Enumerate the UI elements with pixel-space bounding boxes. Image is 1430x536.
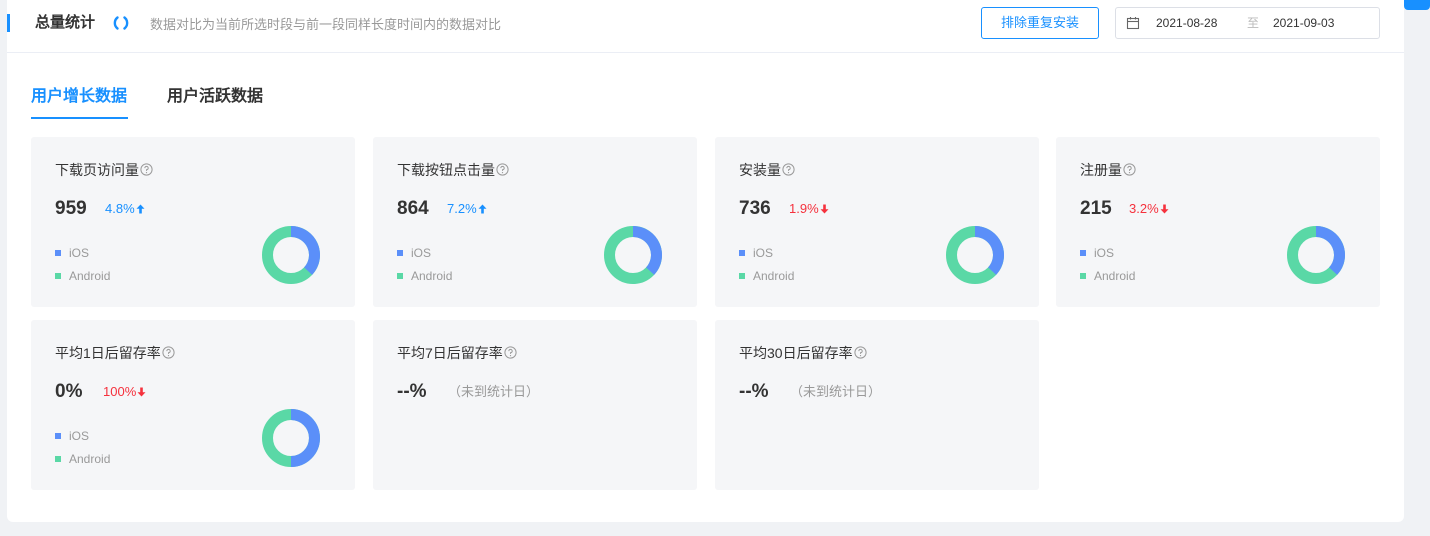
stats-panel: 总量统计 数据对比为当前所选时段与前一段同样长度时间内的数据对比 排除重复安装 …: [7, 0, 1404, 522]
metric-card-day1-retention: 平均1日后留存率 0% 100% iOS Android: [31, 320, 355, 490]
legend-android: Android: [397, 269, 452, 283]
pending-note: （未到统计日）: [790, 384, 882, 399]
donut-slice-ios: [1315, 226, 1345, 275]
metric-card-download-button-clicks: 下载按钮点击量 864 7.2% iOS Android: [373, 137, 697, 307]
change-indicator: 1.9%: [789, 201, 829, 217]
change-indicator: 100%: [103, 384, 146, 400]
donut-slice-ios: [290, 409, 320, 467]
page-title: 总量统计: [35, 14, 96, 31]
panel-header: 总量统计 数据对比为当前所选时段与前一段同样长度时间内的数据对比 排除重复安装 …: [7, 0, 1404, 53]
donut-slice-ios: [632, 226, 662, 275]
metric-value: --%: [739, 381, 769, 402]
card-title: 平均1日后留存率: [55, 344, 175, 362]
donut-slice-ios: [974, 226, 1004, 275]
legend-dot-android: [397, 273, 403, 279]
arrow-down-icon: [820, 204, 829, 214]
legend-dot-ios: [397, 250, 403, 256]
platform-donut-chart: [262, 226, 320, 284]
date-range-picker[interactable]: 2021-08-28 至 2021-09-03: [1115, 7, 1380, 39]
change-indicator: 7.2%: [447, 201, 487, 217]
comparison-note: 数据对比为当前所选时段与前一段同样长度时间内的数据对比: [150, 17, 502, 32]
platform-donut-chart: [262, 409, 320, 467]
card-title: 下载页访问量: [55, 161, 153, 179]
metric-value: 0%: [55, 381, 83, 402]
calendar-icon: [1126, 17, 1140, 30]
legend-dot-android: [55, 273, 61, 279]
legend-ios: iOS: [739, 246, 773, 260]
legend-android: Android: [55, 269, 110, 283]
metric-card-day7-retention: 平均7日后留存率 --% （未到统计日）: [373, 320, 697, 490]
help-icon[interactable]: [496, 163, 509, 176]
platform-donut-chart: [1287, 226, 1345, 284]
title-accent-bar: [7, 14, 10, 32]
help-icon[interactable]: [1123, 163, 1136, 176]
change-indicator: 4.8%: [105, 201, 145, 217]
legend-ios: iOS: [55, 429, 89, 443]
legend-dot-android: [55, 456, 61, 462]
arrow-up-icon: [478, 204, 487, 214]
metric-card-installs: 安装量 736 1.9% iOS Android: [715, 137, 1039, 307]
exclude-duplicate-installs-button[interactable]: 排除重复安装: [981, 7, 1099, 39]
arrow-down-icon: [137, 387, 146, 397]
legend-dot-ios: [1080, 250, 1086, 256]
date-separator: 至: [1247, 16, 1260, 30]
legend-android: Android: [55, 452, 110, 466]
help-icon[interactable]: [504, 346, 517, 359]
side-floating-tab[interactable]: [1404, 0, 1430, 10]
tab-user-growth[interactable]: 用户增长数据: [31, 86, 127, 108]
metric-value: 215: [1080, 198, 1112, 219]
card-title: 安装量: [739, 161, 795, 179]
metric-card-day30-retention: 平均30日后留存率 --% （未到统计日）: [715, 320, 1039, 490]
date-end-input[interactable]: 2021-09-03: [1273, 16, 1334, 30]
change-indicator: 3.2%: [1129, 201, 1169, 217]
platform-donut-chart: [604, 226, 662, 284]
card-title: 平均30日后留存率: [739, 344, 867, 362]
card-title: 平均7日后留存率: [397, 344, 517, 362]
help-icon[interactable]: [140, 163, 153, 176]
donut-slice-ios: [290, 226, 320, 275]
metric-value: 959: [55, 198, 87, 219]
pending-note: （未到统计日）: [448, 384, 540, 399]
legend-dot-ios: [55, 250, 61, 256]
legend-dot-android: [1080, 273, 1086, 279]
metric-value: --%: [397, 381, 427, 402]
card-title: 下载按钮点击量: [397, 161, 509, 179]
metric-card-download-page-visits: 下载页访问量 959 4.8% iOS Android: [31, 137, 355, 307]
tab-user-activity[interactable]: 用户活跃数据: [167, 86, 263, 108]
date-start-input[interactable]: 2021-08-28: [1156, 16, 1217, 30]
metric-value: 736: [739, 198, 771, 219]
legend-ios: iOS: [55, 246, 89, 260]
legend-dot-ios: [739, 250, 745, 256]
platform-donut-chart: [946, 226, 1004, 284]
legend-android: Android: [1080, 269, 1135, 283]
legend-ios: iOS: [1080, 246, 1114, 260]
refresh-icon[interactable]: [111, 13, 131, 33]
help-icon[interactable]: [782, 163, 795, 176]
help-icon[interactable]: [162, 346, 175, 359]
legend-ios: iOS: [397, 246, 431, 260]
arrow-down-icon: [1160, 204, 1169, 214]
legend-android: Android: [739, 269, 794, 283]
metric-card-registrations: 注册量 215 3.2% iOS Android: [1056, 137, 1380, 307]
card-title: 注册量: [1080, 161, 1136, 179]
arrow-up-icon: [136, 204, 145, 214]
help-icon[interactable]: [853, 346, 867, 359]
metric-value: 864: [397, 198, 429, 219]
legend-dot-android: [739, 273, 745, 279]
legend-dot-ios: [55, 433, 61, 439]
active-tab-indicator: [31, 117, 128, 119]
